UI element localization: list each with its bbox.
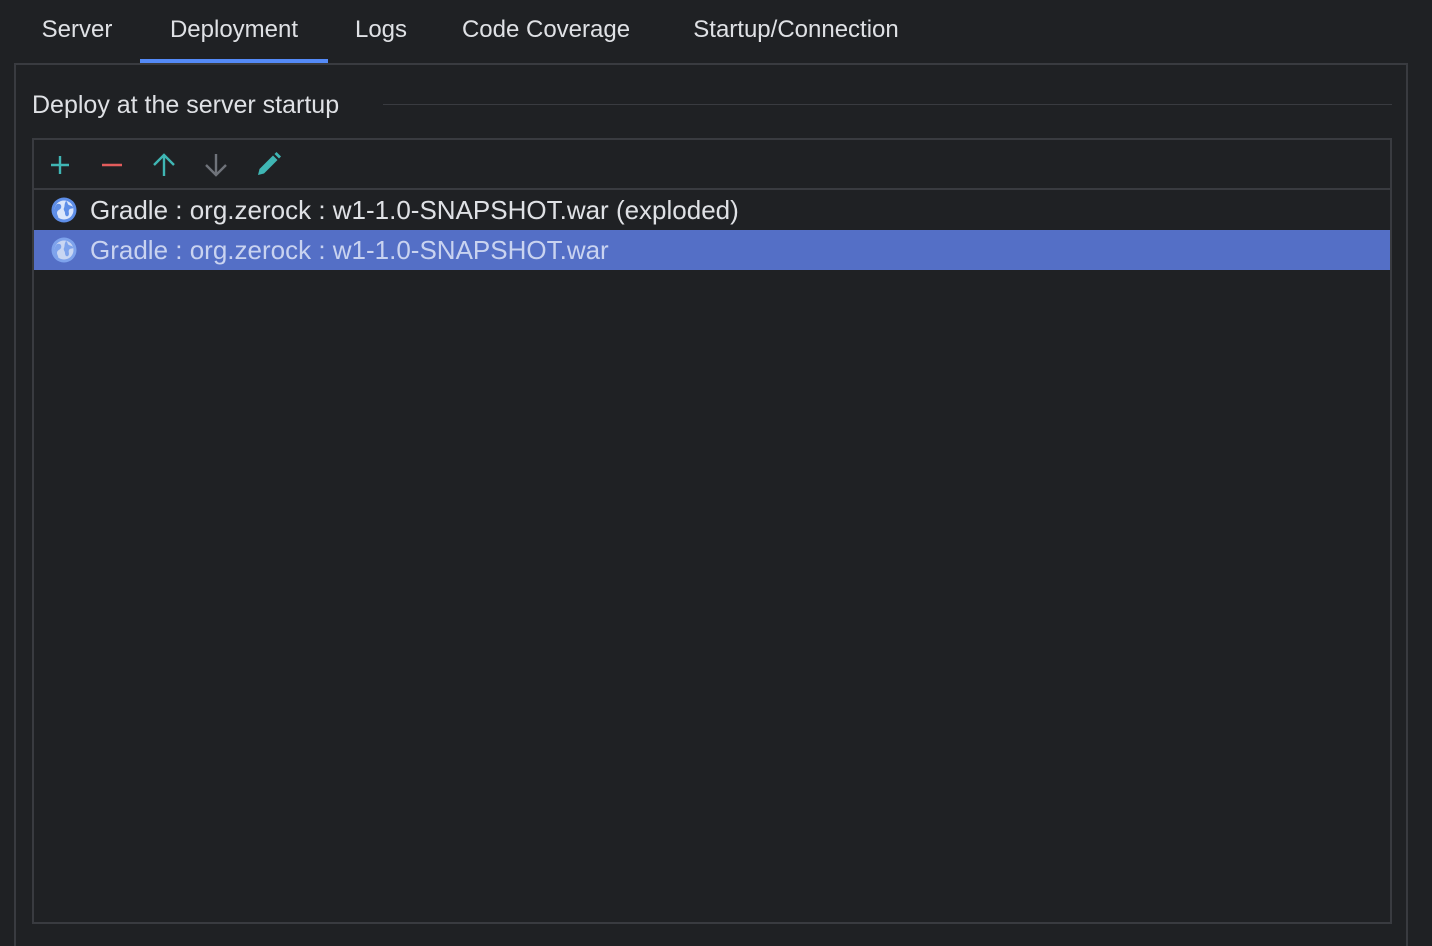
move-up-button[interactable] [149, 150, 179, 180]
group-title-separator [383, 104, 1392, 105]
tab-bar: Server Deployment Logs Code Coverage Sta… [0, 0, 1432, 64]
tab-logs[interactable]: Logs [342, 0, 420, 64]
artifact-label: Gradle : org.zerock : w1-1.0-SNAPSHOT.wa… [90, 234, 609, 265]
tab-server[interactable]: Server [28, 0, 126, 64]
tab-code-coverage[interactable]: Code Coverage [446, 0, 646, 64]
move-down-icon [205, 154, 227, 177]
edit-button[interactable] [253, 150, 283, 180]
edit-icon [258, 152, 281, 175]
deploy-group-title: Deploy at the server startup [32, 91, 340, 119]
move-down-button[interactable] [201, 150, 231, 180]
run-configuration-panel: Server Deployment Logs Code Coverage Sta… [0, 0, 1432, 946]
add-icon [51, 156, 69, 174]
add-button[interactable] [45, 150, 75, 180]
list-toolbar [34, 140, 1390, 190]
web-globe-icon [51, 237, 77, 263]
artifact-row[interactable]: Gradle : org.zerock : w1-1.0-SNAPSHOT.wa… [34, 190, 1390, 230]
artifact-label: Gradle : org.zerock : w1-1.0-SNAPSHOT.wa… [90, 194, 739, 225]
web-globe-icon [51, 197, 77, 223]
move-up-icon [153, 153, 175, 176]
artifact-row-selected[interactable]: Gradle : org.zerock : w1-1.0-SNAPSHOT.wa… [34, 230, 1390, 270]
remove-icon [102, 163, 122, 167]
tab-startup-connection[interactable]: Startup/Connection [674, 0, 918, 64]
tab-deployment[interactable]: Deployment [140, 0, 328, 64]
remove-button[interactable] [97, 150, 127, 180]
